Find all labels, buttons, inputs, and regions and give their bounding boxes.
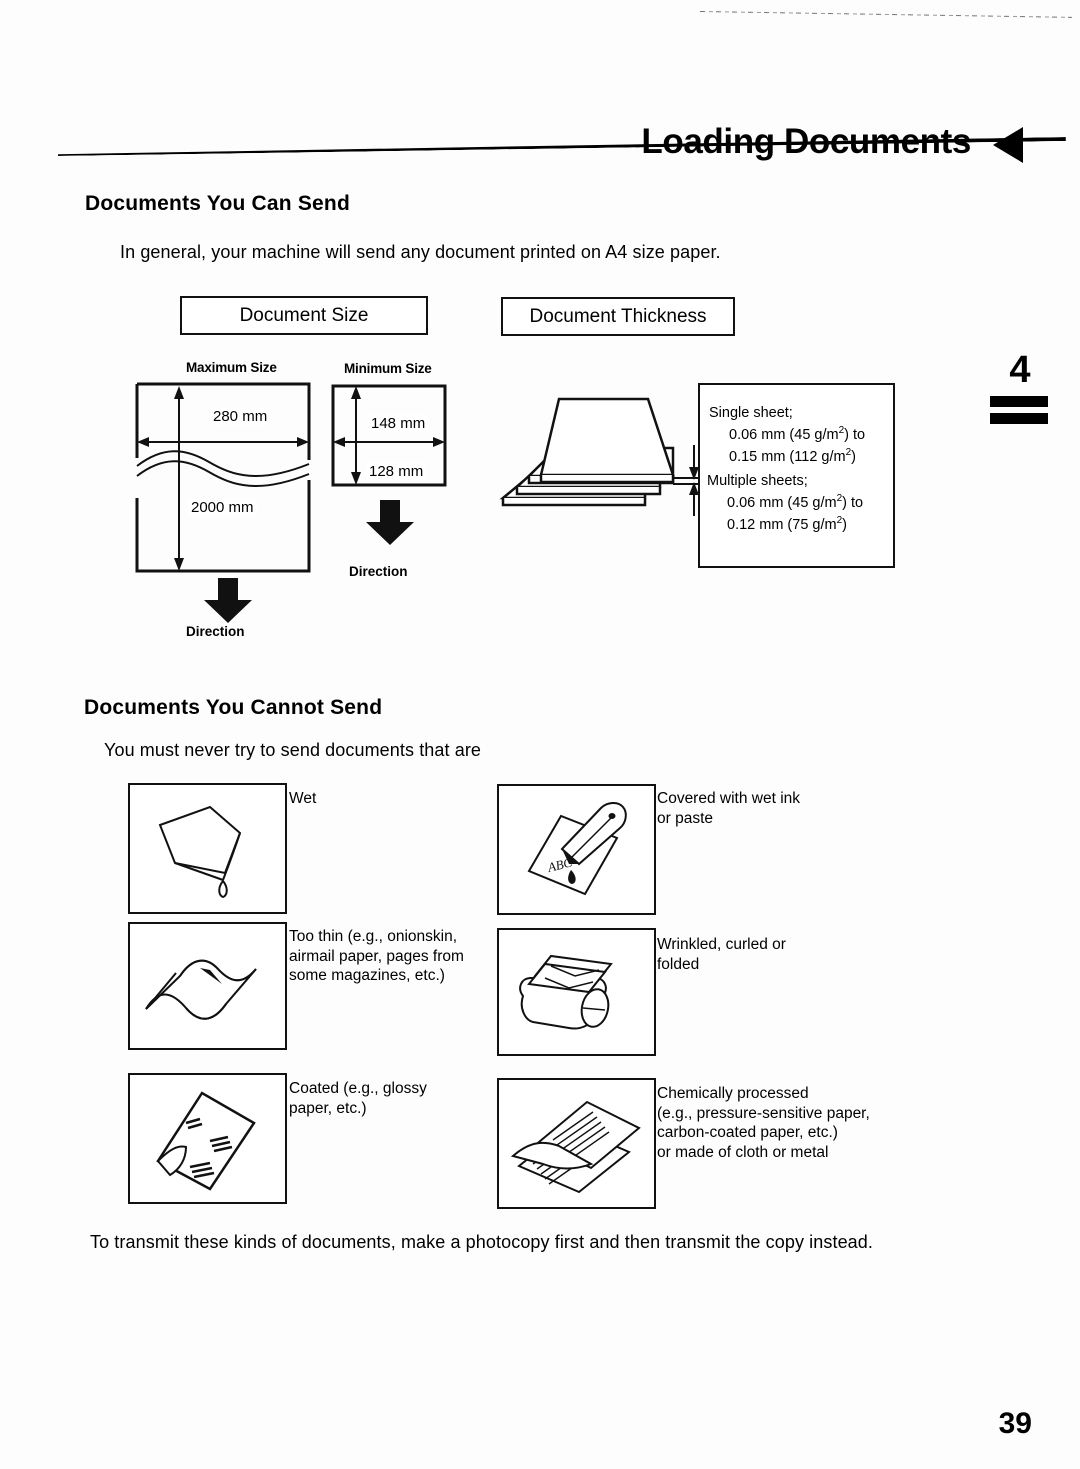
chapter-bar-lower — [990, 413, 1048, 424]
section-heading-can-send: Documents You Can Send — [85, 192, 350, 215]
scan-artifact — [700, 6, 1072, 20]
minimum-direction-label: Direction — [349, 564, 408, 579]
illustration-box-wet — [128, 783, 287, 914]
minimum-height-value: 128 mm — [366, 463, 427, 480]
can-send-intro: In general, your machine will send any d… — [120, 242, 721, 262]
minimum-width-value: 148 mm — [368, 415, 429, 432]
caption-wet-ink: Covered with wet ink or paste — [657, 790, 801, 827]
page-title: Loading Documents — [641, 122, 971, 161]
caption-too-thin: Too thin (e.g., onionskin, airmail paper… — [289, 928, 464, 984]
single-sheet-title: Single sheet; — [709, 405, 793, 421]
cannot-send-footer: To transmit these kinds of documents, ma… — [90, 1232, 874, 1252]
illustration-box-chemical — [497, 1078, 656, 1209]
minimum-direction-arrow-icon — [362, 500, 418, 546]
document-size-label: Document Size — [239, 304, 369, 326]
page-number: 39 — [998, 1407, 1032, 1440]
caption-chemical: Chemically processed (e.g., pressure-sen… — [657, 1085, 870, 1161]
illustration-box-too-thin — [128, 922, 287, 1050]
left-triangle-icon — [993, 127, 1023, 163]
maximum-size-caption: Maximum Size — [186, 360, 277, 375]
maximum-height-value: 2000 mm — [188, 499, 257, 516]
chapter-number: 4 — [1009, 349, 1031, 391]
single-sheet-spec: Single sheet; 0.06 mm (45 g/m2) to 0.15 … — [709, 404, 865, 466]
maximum-direction-arrow-icon — [200, 578, 256, 624]
illustration-box-coated — [128, 1073, 287, 1204]
illustration-box-wet-ink: ABC — [497, 784, 656, 915]
cannot-send-intro: You must never try to send documents tha… — [104, 740, 482, 760]
caption-wet: Wet — [289, 790, 317, 807]
multiple-sheets-line-1: 0.06 mm (45 g/m2) to — [727, 493, 864, 511]
page-header: Loading Documents — [58, 122, 1033, 184]
illustration-box-wrinkled — [497, 928, 656, 1056]
maximum-width-value: 280 mm — [210, 408, 271, 425]
manual-page: Loading Documents 4 Documents You Can Se… — [0, 0, 1080, 1469]
multiple-sheets-title: Multiple sheets; — [707, 473, 808, 489]
caption-wrinkled: Wrinkled, curled or folded — [657, 936, 786, 973]
paper-stack-icon — [495, 385, 710, 520]
maximum-direction-label: Direction — [186, 624, 245, 639]
chapter-tab: 4 — [990, 350, 1050, 424]
multiple-sheets-spec: Multiple sheets; 0.06 mm (45 g/m2) to 0.… — [707, 472, 863, 534]
single-sheet-line-1: 0.06 mm (45 g/m2) to — [729, 425, 866, 443]
document-size-label-box: Document Size — [180, 296, 428, 335]
section-heading-cannot-send: Documents You Cannot Send — [84, 696, 383, 719]
caption-coated: Coated (e.g., glossy paper, etc.) — [289, 1080, 427, 1117]
multiple-sheets-line-2: 0.12 mm (75 g/m2) — [727, 514, 847, 533]
chapter-bar-upper — [990, 396, 1048, 407]
single-sheet-line-2: 0.15 mm (112 g/m2) — [729, 446, 856, 465]
minimum-size-caption: Minimum Size — [344, 361, 432, 376]
document-thickness-label: Document Thickness — [529, 305, 707, 327]
document-thickness-label-box: Document Thickness — [501, 297, 735, 336]
